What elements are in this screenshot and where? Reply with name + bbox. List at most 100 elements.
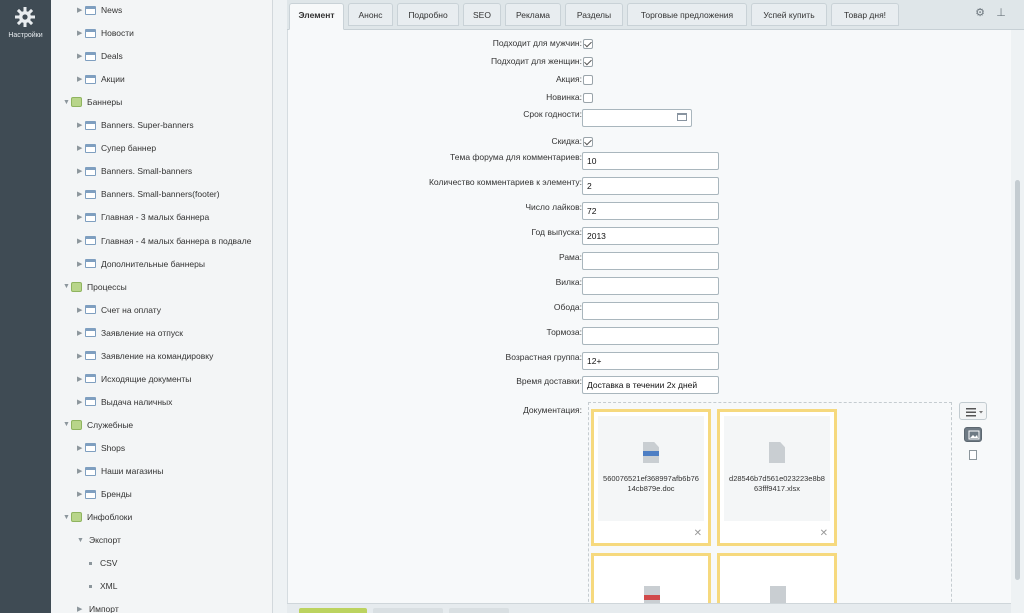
tab-seo[interactable]: SEO xyxy=(463,3,501,26)
file-upload-area[interactable]: 560076521ef368997afb6b7614cb879e.doc ✕ d… xyxy=(588,402,952,613)
chevron-down-icon[interactable]: ▼ xyxy=(77,537,85,544)
settings-icon[interactable]: ⚙ xyxy=(974,7,986,19)
comment-count-input[interactable]: 2 xyxy=(582,177,719,195)
sidebar-tree-item[interactable]: ▼ Экспорт xyxy=(77,531,121,549)
sidebar-tree-item[interactable]: ▶ Shops xyxy=(77,439,125,457)
sidebar-tree-item[interactable]: ▶ Супер баннер xyxy=(77,139,156,157)
menu-button[interactable] xyxy=(959,402,987,420)
chevron-right-icon[interactable]: ▶ xyxy=(77,306,85,314)
frame-input[interactable] xyxy=(582,252,719,270)
chevron-right-icon[interactable]: ▶ xyxy=(77,444,85,452)
pin-icon[interactable]: ⊥ xyxy=(995,7,1007,19)
sidebar-tree-item[interactable]: ▶ Banners. Super-banners xyxy=(77,116,194,134)
fork-input[interactable] xyxy=(582,277,719,295)
checkbox-for-women[interactable] xyxy=(583,57,593,67)
sidebar-tree-item[interactable]: ▶ Исходящие документы xyxy=(77,370,191,388)
chevron-right-icon[interactable]: ▶ xyxy=(77,6,85,14)
sidebar-tree-item[interactable]: ▼ Баннеры xyxy=(63,93,122,111)
image-view-button[interactable] xyxy=(964,427,982,442)
chevron-right-icon[interactable]: ▶ xyxy=(77,352,85,360)
tab-announce[interactable]: Анонс xyxy=(348,3,393,26)
remove-file-icon[interactable]: ✕ xyxy=(694,528,702,539)
sidebar-tree-item[interactable]: ▶ Дополнительные баннеры xyxy=(77,255,205,273)
chevron-down-icon[interactable]: ▼ xyxy=(63,514,71,521)
sidebar-tree-item[interactable]: ▶ Счет на оплату xyxy=(77,301,161,319)
gear-icon[interactable] xyxy=(14,6,36,28)
chevron-right-icon[interactable]: ▶ xyxy=(77,398,85,406)
label-docs: Документация: xyxy=(523,405,582,415)
chevron-right-icon[interactable]: ▶ xyxy=(77,144,85,152)
cancel-button[interactable] xyxy=(449,608,509,613)
remove-file-icon[interactable]: ✕ xyxy=(820,528,828,539)
chevron-right-icon[interactable]: ▶ xyxy=(77,490,85,498)
chevron-right-icon[interactable]: ▶ xyxy=(77,75,85,83)
sidebar-tree-item[interactable]: ▶ Новости xyxy=(77,24,134,42)
chevron-down-icon[interactable]: ▼ xyxy=(63,99,71,106)
sidebar-tree-item[interactable]: ▼ Инфоблоки xyxy=(63,508,132,526)
sidebar-tree-item[interactable]: ▶ Акции xyxy=(77,70,125,88)
app-window: Настройки ▶ News ▶ Новости ▶ Deals ▶ Акции ▼ Банн… xyxy=(0,0,1024,613)
infoblock-icon xyxy=(85,143,96,153)
scrollbar[interactable] xyxy=(1011,30,1024,613)
year-input[interactable]: 2013 xyxy=(582,227,719,245)
sidebar-tree-item[interactable]: ▶ Banners. Small-banners(footer) xyxy=(77,185,220,203)
sidebar-tree-item[interactable]: ▼ Процессы xyxy=(63,278,127,296)
rim-input[interactable] xyxy=(582,302,719,320)
checkbox-new[interactable] xyxy=(583,93,593,103)
chevron-down-icon[interactable]: ▼ xyxy=(63,421,71,428)
chevron-right-icon[interactable]: ▶ xyxy=(77,329,85,337)
tab-trade-offers[interactable]: Торговые предложения xyxy=(627,3,747,26)
chevron-right-icon[interactable]: ▶ xyxy=(77,52,85,60)
age-group-input[interactable]: 12+ xyxy=(582,352,719,370)
forum-topic-input[interactable]: 10 xyxy=(582,152,719,170)
sidebar-tree-item[interactable]: ▶ Заявление на отпуск xyxy=(77,324,183,342)
tab-deal-of-day[interactable]: Товар дня! xyxy=(831,3,899,26)
tab-sections[interactable]: Разделы xyxy=(565,3,623,26)
settings-label[interactable]: Настройки xyxy=(0,32,51,39)
sidebar-item-label: Banners. Small-banners xyxy=(101,166,193,177)
checkbox-for-men[interactable] xyxy=(583,39,593,49)
delivery-input[interactable]: Доставка в течении 2х дней xyxy=(582,376,719,394)
checkbox-promo[interactable] xyxy=(583,75,593,85)
tab-ads[interactable]: Реклама xyxy=(505,3,561,26)
sidebar-tree-item[interactable]: ▶ Выдача наличных xyxy=(77,393,172,411)
sidebar-tree-item[interactable]: ▶ Заявление на командировку xyxy=(77,347,213,365)
sidebar-tree-item[interactable]: ▶ Главная - 3 малых баннера xyxy=(77,208,209,226)
sidebar-tree-item[interactable]: ▶ Бренды xyxy=(77,485,132,503)
sidebar-tree-item[interactable]: ▼ Служебные xyxy=(63,416,133,434)
chevron-right-icon[interactable]: ▶ xyxy=(77,213,85,221)
chevron-right-icon[interactable]: ▶ xyxy=(77,260,85,268)
tab-details[interactable]: Подробно xyxy=(397,3,459,26)
chevron-right-icon[interactable]: ▶ xyxy=(77,467,85,475)
calendar-icon[interactable] xyxy=(677,113,687,121)
sidebar-tree-item[interactable]: ▶ Banners. Small-banners xyxy=(77,162,192,180)
expiry-date-field[interactable] xyxy=(582,109,692,127)
save-button[interactable] xyxy=(299,608,367,613)
chevron-right-icon[interactable]: ▶ xyxy=(77,375,85,383)
chevron-right-icon[interactable]: ▶ xyxy=(77,605,85,613)
row-year: Год выпуска: 2013 xyxy=(288,227,1011,249)
sidebar-tree-item[interactable]: ▶ Deals xyxy=(77,47,123,65)
chevron-right-icon[interactable]: ▶ xyxy=(77,167,85,175)
apply-button[interactable] xyxy=(373,608,443,613)
checkbox-discount[interactable] xyxy=(583,137,593,147)
sidebar-tree-item[interactable]: XML xyxy=(77,577,117,595)
scrollbar-thumb[interactable] xyxy=(1015,180,1020,580)
sidebar-tree-item[interactable]: ▶ News xyxy=(77,1,122,19)
sidebar-tree-item[interactable]: CSV xyxy=(77,554,117,572)
file-view-icon[interactable] xyxy=(969,450,977,460)
chevron-right-icon[interactable]: ▶ xyxy=(77,29,85,37)
sidebar-tree-item[interactable]: ▶ Главная - 4 малых баннера в подвале xyxy=(77,232,251,250)
chevron-right-icon[interactable]: ▶ xyxy=(77,121,85,129)
file-card[interactable]: 560076521ef368997afb6b7614cb879e.doc ✕ xyxy=(591,409,711,546)
chevron-right-icon[interactable]: ▶ xyxy=(77,190,85,198)
tab-element[interactable]: Элемент xyxy=(289,3,344,30)
sidebar-tree-item[interactable]: ▶ Наши магазины xyxy=(77,462,163,480)
chevron-right-icon[interactable]: ▶ xyxy=(77,237,85,245)
likes-input[interactable]: 72 xyxy=(582,202,719,220)
brakes-input[interactable] xyxy=(582,327,719,345)
sidebar-tree-item[interactable]: ▶ Импорт xyxy=(77,600,119,613)
chevron-down-icon[interactable]: ▼ xyxy=(63,283,71,290)
file-card[interactable]: d28546b7d561e023223e8b863fff9417.xlsx ✕ xyxy=(717,409,837,546)
tab-hurry-buy[interactable]: Успей купить xyxy=(751,3,827,26)
